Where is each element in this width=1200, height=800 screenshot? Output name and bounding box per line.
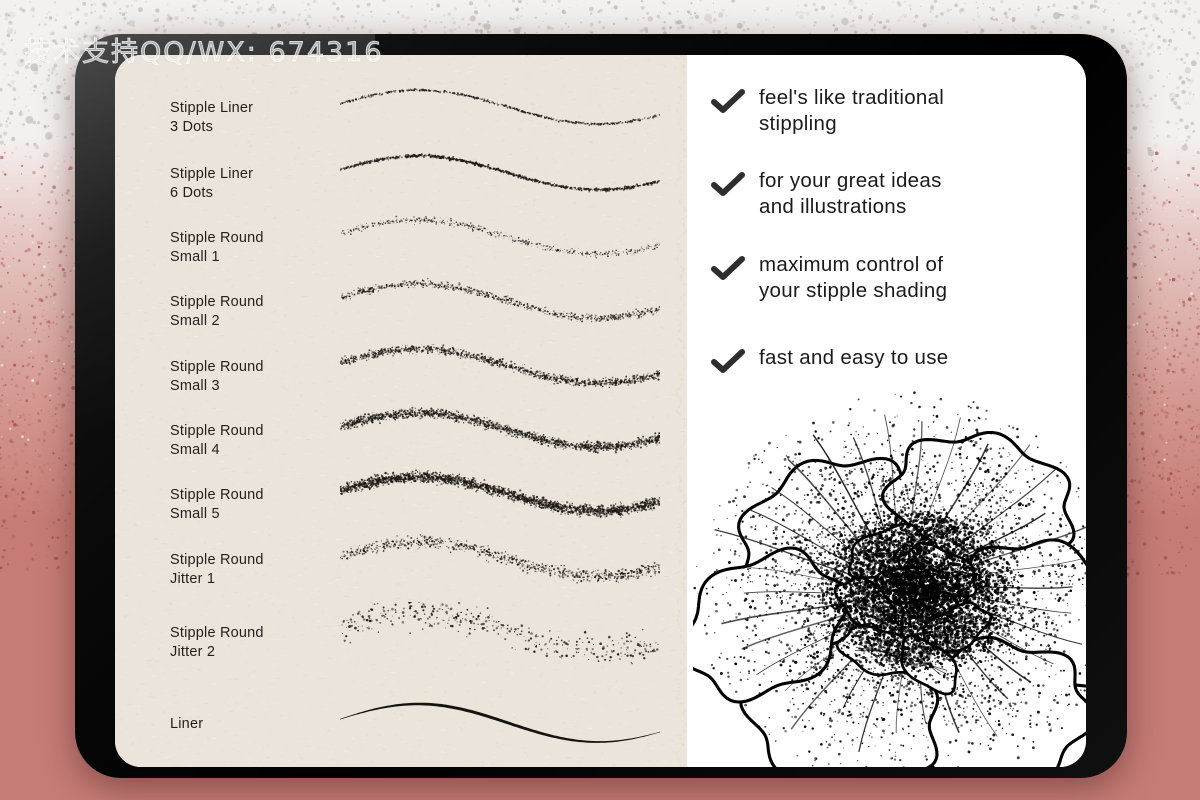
brush-stroke-preview — [341, 602, 659, 665]
stippled-flower-illustration — [693, 391, 1086, 767]
brush-label: Stipple Liner 3 Dots — [170, 99, 253, 136]
feature-item: maximum control of your stipple shading — [711, 252, 947, 304]
brush-label: Stipple Round Small 1 — [170, 229, 264, 266]
brush-label: Stipple Round Jitter 2 — [170, 624, 264, 661]
brush-stroke-preview — [340, 469, 660, 518]
brush-label: Stipple Round Jitter 1 — [170, 551, 264, 588]
brush-stroke-preview — [340, 702, 660, 743]
feature-item: fast and easy to use — [711, 345, 948, 375]
features-panel: feel's like traditional stippling for you… — [687, 55, 1086, 767]
brush-stroke-preview — [341, 215, 660, 259]
tablet-screen: Stipple Liner 3 Dots Stipple Liner 6 Dots… — [115, 55, 1086, 767]
check-icon — [711, 89, 745, 113]
brush-label: Stipple Round Small 5 — [170, 486, 264, 523]
feature-text: for your great ideas and illustrations — [759, 168, 942, 220]
brush-stroke-preview — [340, 534, 660, 584]
brush-label: Stipple Round Small 4 — [170, 422, 264, 459]
feature-item: for your great ideas and illustrations — [711, 168, 942, 220]
brush-stroke-preview — [340, 406, 660, 454]
brush-label: Liner — [170, 715, 203, 734]
brush-label: Stipple Liner 6 Dots — [170, 165, 253, 202]
feature-item: feel's like traditional stippling — [711, 85, 944, 137]
brush-label: Stipple Round Small 3 — [170, 358, 264, 395]
tablet-device-frame: Stipple Liner 3 Dots Stipple Liner 6 Dots… — [75, 34, 1127, 778]
feature-text: maximum control of your stipple shading — [759, 252, 947, 304]
brush-label: Stipple Round Small 2 — [170, 293, 264, 330]
brush-stroke-preview — [340, 277, 660, 323]
brush-stroke-preview — [340, 88, 660, 126]
feature-text: fast and easy to use — [759, 345, 948, 371]
check-icon — [711, 256, 745, 280]
brush-stroke-preview — [340, 343, 660, 389]
brush-stroke-preview — [340, 153, 660, 193]
paper-panel: Stipple Liner 3 Dots Stipple Liner 6 Dots… — [115, 55, 701, 767]
check-icon — [711, 172, 745, 196]
check-icon — [711, 349, 745, 373]
feature-text: feel's like traditional stippling — [759, 85, 944, 137]
